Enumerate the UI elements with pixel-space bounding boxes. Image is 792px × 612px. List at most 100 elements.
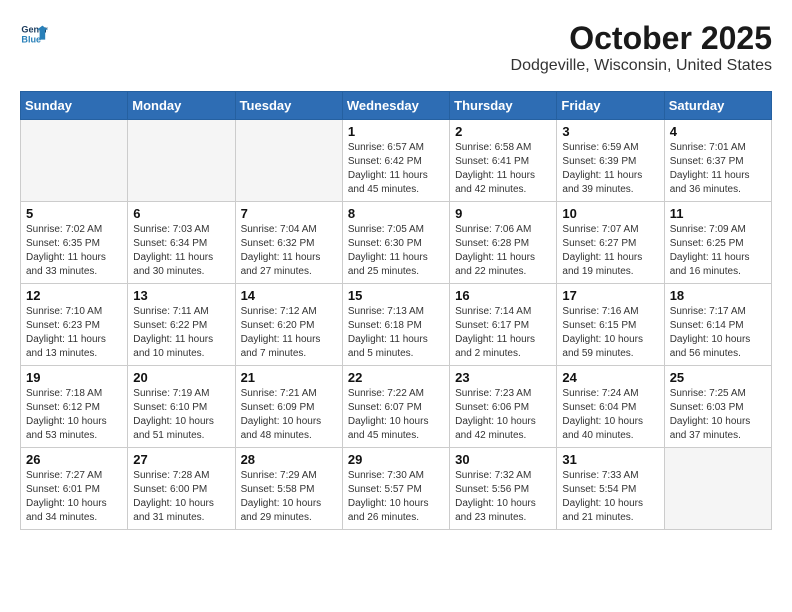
calendar-cell: [21, 120, 128, 202]
calendar-cell: 4 Sunrise: 7:01 AM Sunset: 6:37 PM Daylig…: [664, 120, 771, 202]
calendar-header-wednesday: Wednesday: [342, 92, 449, 120]
calendar-cell: 20Sunrise: 7:19 AM Sunset: 6:10 PM Dayli…: [128, 366, 235, 448]
calendar-cell: [235, 120, 342, 202]
day-number: 3: [562, 124, 658, 139]
day-info: Sunrise: 7:06 AM Sunset: 6:28 PM Dayligh…: [455, 223, 551, 279]
day-info: Sunrise: 7:17 AM Sunset: 6:14 PM Dayligh…: [670, 305, 766, 361]
day-info: Sunrise: 7:29 AM Sunset: 5:58 PM Dayligh…: [241, 469, 337, 525]
calendar-header-sunday: Sunday: [21, 92, 128, 120]
calendar-cell: 1 Sunrise: 6:57 AM Sunset: 6:42 PM Daylig…: [342, 120, 449, 202]
calendar-header-thursday: Thursday: [450, 92, 557, 120]
day-number: 12: [26, 288, 122, 303]
calendar-header-monday: Monday: [128, 92, 235, 120]
day-info: Sunrise: 7:07 AM Sunset: 6:27 PM Dayligh…: [562, 223, 658, 279]
calendar-header-row: SundayMondayTuesdayWednesdayThursdayFrid…: [21, 92, 772, 120]
day-number: 26: [26, 452, 122, 467]
day-number: 11: [670, 206, 766, 221]
calendar-cell: 9 Sunrise: 7:06 AM Sunset: 6:28 PM Daylig…: [450, 202, 557, 284]
day-number: 28: [241, 452, 337, 467]
day-info: Sunrise: 7:21 AM Sunset: 6:09 PM Dayligh…: [241, 387, 337, 443]
day-number: 15: [348, 288, 444, 303]
day-info: Sunrise: 7:22 AM Sunset: 6:07 PM Dayligh…: [348, 387, 444, 443]
day-number: 31: [562, 452, 658, 467]
day-number: 14: [241, 288, 337, 303]
day-number: 29: [348, 452, 444, 467]
day-info: Sunrise: 7:25 AM Sunset: 6:03 PM Dayligh…: [670, 387, 766, 443]
calendar-cell: 6 Sunrise: 7:03 AM Sunset: 6:34 PM Daylig…: [128, 202, 235, 284]
calendar-cell: 29 Sunrise: 7:30 AM Sunset: 5:57 PM Dayli…: [342, 448, 449, 530]
day-number: 7: [241, 206, 337, 221]
day-number: 2: [455, 124, 551, 139]
day-number: 25: [670, 370, 766, 385]
calendar-week-row: 26Sunrise: 7:27 AM Sunset: 6:01 PM Dayli…: [21, 448, 772, 530]
day-number: 16: [455, 288, 551, 303]
day-info: Sunrise: 7:32 AM Sunset: 5:56 PM Dayligh…: [455, 469, 551, 525]
day-number: 22: [348, 370, 444, 385]
day-number: 1: [348, 124, 444, 139]
day-info: Sunrise: 6:57 AM Sunset: 6:42 PM Dayligh…: [348, 141, 444, 197]
day-info: Sunrise: 7:30 AM Sunset: 5:57 PM Dayligh…: [348, 469, 444, 525]
calendar-cell: [128, 120, 235, 202]
calendar-cell: 16Sunrise: 7:14 AM Sunset: 6:17 PM Dayli…: [450, 284, 557, 366]
calendar-header-friday: Friday: [557, 92, 664, 120]
svg-text:Blue: Blue: [21, 34, 41, 44]
calendar-cell: 12 Sunrise: 7:10 AM Sunset: 6:23 PM Dayli…: [21, 284, 128, 366]
calendar-cell: 14Sunrise: 7:12 AM Sunset: 6:20 PM Dayli…: [235, 284, 342, 366]
day-info: Sunrise: 7:01 AM Sunset: 6:37 PM Dayligh…: [670, 141, 766, 197]
calendar-cell: 8 Sunrise: 7:05 AM Sunset: 6:30 PM Daylig…: [342, 202, 449, 284]
day-info: Sunrise: 7:02 AM Sunset: 6:35 PM Dayligh…: [26, 223, 122, 279]
calendar-subtitle: Dodgeville, Wisconsin, United States: [511, 57, 772, 75]
day-info: Sunrise: 7:33 AM Sunset: 5:54 PM Dayligh…: [562, 469, 658, 525]
day-info: Sunrise: 7:13 AM Sunset: 6:18 PM Dayligh…: [348, 305, 444, 361]
day-number: 4: [670, 124, 766, 139]
day-number: 23: [455, 370, 551, 385]
calendar-cell: 13 Sunrise: 7:11 AM Sunset: 6:22 PM Dayli…: [128, 284, 235, 366]
calendar-cell: 26Sunrise: 7:27 AM Sunset: 6:01 PM Dayli…: [21, 448, 128, 530]
day-info: Sunrise: 7:18 AM Sunset: 6:12 PM Dayligh…: [26, 387, 122, 443]
calendar-cell: 11 Sunrise: 7:09 AM Sunset: 6:25 PM Dayli…: [664, 202, 771, 284]
calendar-cell: 22 Sunrise: 7:22 AM Sunset: 6:07 PM Dayli…: [342, 366, 449, 448]
calendar-week-row: 1 Sunrise: 6:57 AM Sunset: 6:42 PM Daylig…: [21, 120, 772, 202]
day-info: Sunrise: 7:23 AM Sunset: 6:06 PM Dayligh…: [455, 387, 551, 443]
calendar-cell: 28 Sunrise: 7:29 AM Sunset: 5:58 PM Dayli…: [235, 448, 342, 530]
day-number: 27: [133, 452, 229, 467]
day-info: Sunrise: 7:10 AM Sunset: 6:23 PM Dayligh…: [26, 305, 122, 361]
day-number: 13: [133, 288, 229, 303]
calendar-cell: 3 Sunrise: 6:59 AM Sunset: 6:39 PM Daylig…: [557, 120, 664, 202]
calendar-cell: 27 Sunrise: 7:28 AM Sunset: 6:00 PM Dayli…: [128, 448, 235, 530]
calendar-week-row: 19Sunrise: 7:18 AM Sunset: 6:12 PM Dayli…: [21, 366, 772, 448]
calendar-cell: 23 Sunrise: 7:23 AM Sunset: 6:06 PM Dayli…: [450, 366, 557, 448]
calendar-cell: 19Sunrise: 7:18 AM Sunset: 6:12 PM Dayli…: [21, 366, 128, 448]
day-info: Sunrise: 7:04 AM Sunset: 6:32 PM Dayligh…: [241, 223, 337, 279]
calendar-table: SundayMondayTuesdayWednesdayThursdayFrid…: [20, 91, 772, 530]
page-header: General Blue October 2025 Dodgeville, Wi…: [20, 20, 772, 75]
calendar-header-tuesday: Tuesday: [235, 92, 342, 120]
logo-icon: General Blue: [20, 20, 48, 48]
calendar-week-row: 5Sunrise: 7:02 AM Sunset: 6:35 PM Daylig…: [21, 202, 772, 284]
day-number: 17: [562, 288, 658, 303]
day-number: 9: [455, 206, 551, 221]
day-number: 21: [241, 370, 337, 385]
calendar-title: October 2025: [511, 20, 772, 57]
calendar-header-saturday: Saturday: [664, 92, 771, 120]
calendar-cell: 31 Sunrise: 7:33 AM Sunset: 5:54 PM Dayli…: [557, 448, 664, 530]
day-number: 20: [133, 370, 229, 385]
day-info: Sunrise: 7:09 AM Sunset: 6:25 PM Dayligh…: [670, 223, 766, 279]
calendar-cell: [664, 448, 771, 530]
logo: General Blue: [20, 20, 48, 48]
day-number: 6: [133, 206, 229, 221]
day-info: Sunrise: 7:03 AM Sunset: 6:34 PM Dayligh…: [133, 223, 229, 279]
calendar-cell: 18Sunrise: 7:17 AM Sunset: 6:14 PM Dayli…: [664, 284, 771, 366]
day-info: Sunrise: 7:28 AM Sunset: 6:00 PM Dayligh…: [133, 469, 229, 525]
day-number: 8: [348, 206, 444, 221]
day-info: Sunrise: 7:11 AM Sunset: 6:22 PM Dayligh…: [133, 305, 229, 361]
title-block: October 2025 Dodgeville, Wisconsin, Unit…: [511, 20, 772, 75]
day-info: Sunrise: 7:05 AM Sunset: 6:30 PM Dayligh…: [348, 223, 444, 279]
day-info: Sunrise: 6:59 AM Sunset: 6:39 PM Dayligh…: [562, 141, 658, 197]
day-number: 30: [455, 452, 551, 467]
calendar-cell: 30 Sunrise: 7:32 AM Sunset: 5:56 PM Dayli…: [450, 448, 557, 530]
day-info: Sunrise: 7:16 AM Sunset: 6:15 PM Dayligh…: [562, 305, 658, 361]
calendar-cell: 2 Sunrise: 6:58 AM Sunset: 6:41 PM Daylig…: [450, 120, 557, 202]
day-info: Sunrise: 6:58 AM Sunset: 6:41 PM Dayligh…: [455, 141, 551, 197]
calendar-cell: 5Sunrise: 7:02 AM Sunset: 6:35 PM Daylig…: [21, 202, 128, 284]
